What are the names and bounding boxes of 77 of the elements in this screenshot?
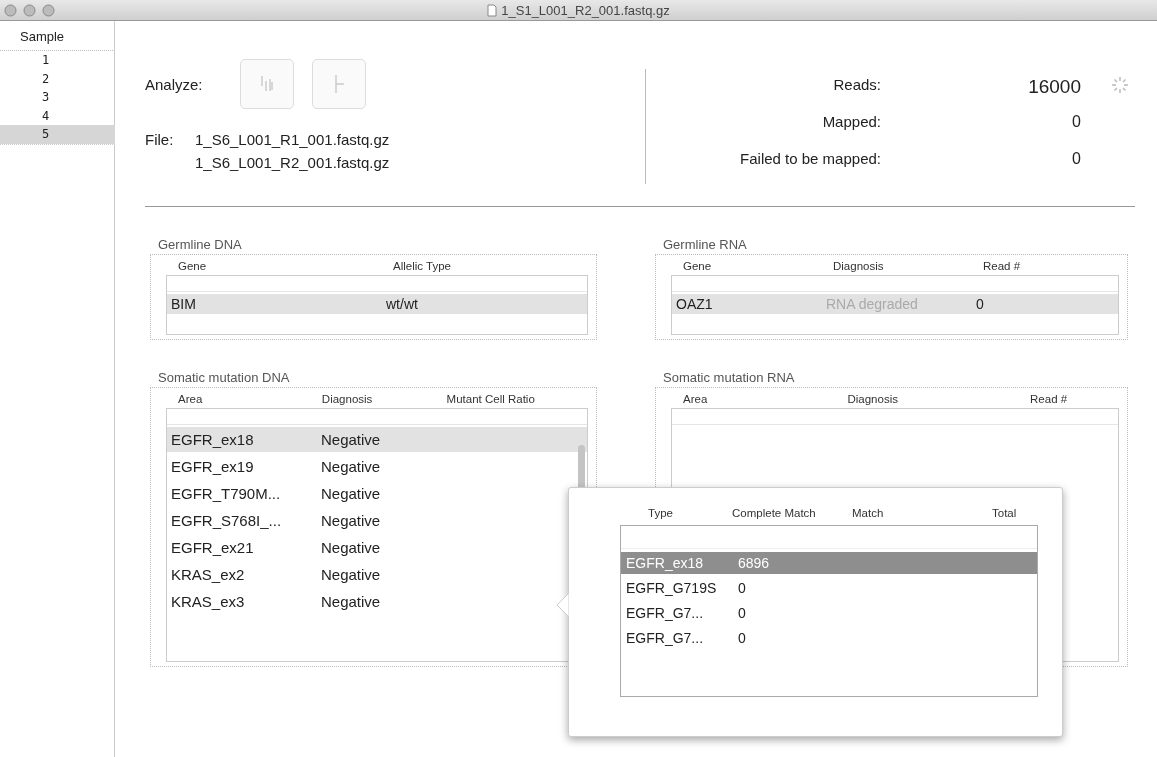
table-cell-text: EGFR_S768I_... <box>170 512 283 529</box>
analyze-button[interactable] <box>240 59 294 109</box>
table-row[interactable]: EGFR_ex19 Negative <box>167 454 587 479</box>
column-header[interactable]: Gene <box>671 260 821 272</box>
sample-item[interactable]: 1 <box>0 51 115 70</box>
analyze-label: Analyze: <box>145 75 204 93</box>
table-cell-text: 0 <box>737 580 747 596</box>
column-header[interactable]: Gene <box>166 260 381 272</box>
table-row[interactable]: BIM wt/wt <box>167 294 587 314</box>
table-cell-text: 0 <box>737 630 747 646</box>
table-cell-text: KRAS_ex2 <box>170 566 246 583</box>
stat-value: 0 <box>1071 113 1081 131</box>
table-row[interactable]: EGFR_G7... 0 <box>621 602 1037 624</box>
column-header[interactable]: Diagnosis <box>835 393 1019 405</box>
table-cell-text: RNA degraded <box>825 296 919 312</box>
stat-label: Mapped: <box>821 113 881 130</box>
column-header[interactable]: Allelic Type <box>381 260 581 272</box>
close-button[interactable] <box>4 3 17 17</box>
table-row[interactable]: OAZ1 RNA degraded 0 <box>672 294 1118 314</box>
table-cell-text: wt/wt <box>385 296 419 312</box>
panel-title: Somatic mutation DNA <box>158 370 291 385</box>
table-cell-text: Negative <box>320 566 382 583</box>
table-row[interactable]: EGFR_ex18 Negative <box>167 427 587 452</box>
zoom-button[interactable] <box>42 3 55 17</box>
column-header[interactable]: Diagnosis <box>821 260 971 272</box>
stat-value: 16000 <box>1027 76 1081 98</box>
table-cell-text: EGFR_ex21 <box>170 539 255 556</box>
table-row[interactable]: EGFR_G719S 0 <box>621 577 1037 599</box>
table-cell-text: 6896 <box>737 555 771 571</box>
sample-item[interactable]: 4 <box>0 106 115 125</box>
panel-title: Germline RNA <box>663 237 748 252</box>
table-cell-text: 0 <box>975 296 985 312</box>
window-title: 1_S1_L001_R2_001.fastq.gz <box>501 2 670 18</box>
file-name: 1_S6_L001_R1_001.fastq.gz <box>195 131 391 148</box>
column-header[interactable]: Read # <box>1018 393 1119 405</box>
table-cell-text: Negative <box>320 431 382 448</box>
column-header[interactable]: Total <box>952 507 1042 519</box>
sample-item[interactable]: 2 <box>0 69 115 88</box>
column-header[interactable]: Area <box>166 393 310 405</box>
table-cell-text: KRAS_ex3 <box>170 593 246 610</box>
table-cell-text: EGFR_ex18 <box>170 431 255 448</box>
table-cell-text: EGFR_G7... <box>625 630 705 646</box>
sidebar-header: Sample <box>19 28 66 46</box>
column-header[interactable]: Read # <box>971 260 1081 272</box>
analyze-button[interactable] <box>312 59 366 109</box>
table-cell-text: Negative <box>320 539 382 556</box>
column-header[interactable]: Mutant Cell Ratio <box>434 393 588 405</box>
sample-item[interactable]: 5 <box>0 125 115 144</box>
file-name: 1_S6_L001_R2_001.fastq.gz <box>195 154 391 171</box>
table-cell-text: EGFR_T790M... <box>170 485 282 502</box>
table-cell-text: OAZ1 <box>675 296 714 312</box>
popover-arrow-icon <box>557 593 569 617</box>
table-cell-text: EGFR_G719S <box>625 580 718 596</box>
table-cell-text: BIM <box>170 296 197 312</box>
table-cell-text: EGFR_G7... <box>625 605 705 621</box>
table-cell-text: 0 <box>737 605 747 621</box>
table-row[interactable]: EGFR_G7... 0 <box>621 627 1037 649</box>
table-cell-text: Negative <box>320 593 382 610</box>
table-cell-text: Negative <box>320 458 382 475</box>
column-header[interactable]: Diagnosis <box>309 393 435 405</box>
sample-item[interactable]: 3 <box>0 88 115 107</box>
panel-title: Germline DNA <box>158 237 243 252</box>
column-header[interactable]: Area <box>671 393 836 405</box>
column-header[interactable]: Match <box>852 507 952 519</box>
file-label: File: <box>145 131 175 148</box>
stat-label: Reads: <box>832 76 881 93</box>
column-header[interactable]: Complete Match <box>732 507 852 519</box>
table-cell-text: EGFR_ex18 <box>625 555 705 571</box>
document-icon <box>487 3 498 17</box>
panel-title: Somatic mutation RNA <box>663 370 796 385</box>
column-header[interactable]: Type <box>620 507 732 519</box>
stat-label: Failed to be mapped: <box>739 150 881 167</box>
minimize-button[interactable] <box>23 3 36 17</box>
table-cell-text: Negative <box>320 512 382 529</box>
stat-value: 0 <box>1071 150 1081 168</box>
table-cell-text: EGFR_ex19 <box>170 458 255 475</box>
table-cell-text: Negative <box>320 485 382 502</box>
